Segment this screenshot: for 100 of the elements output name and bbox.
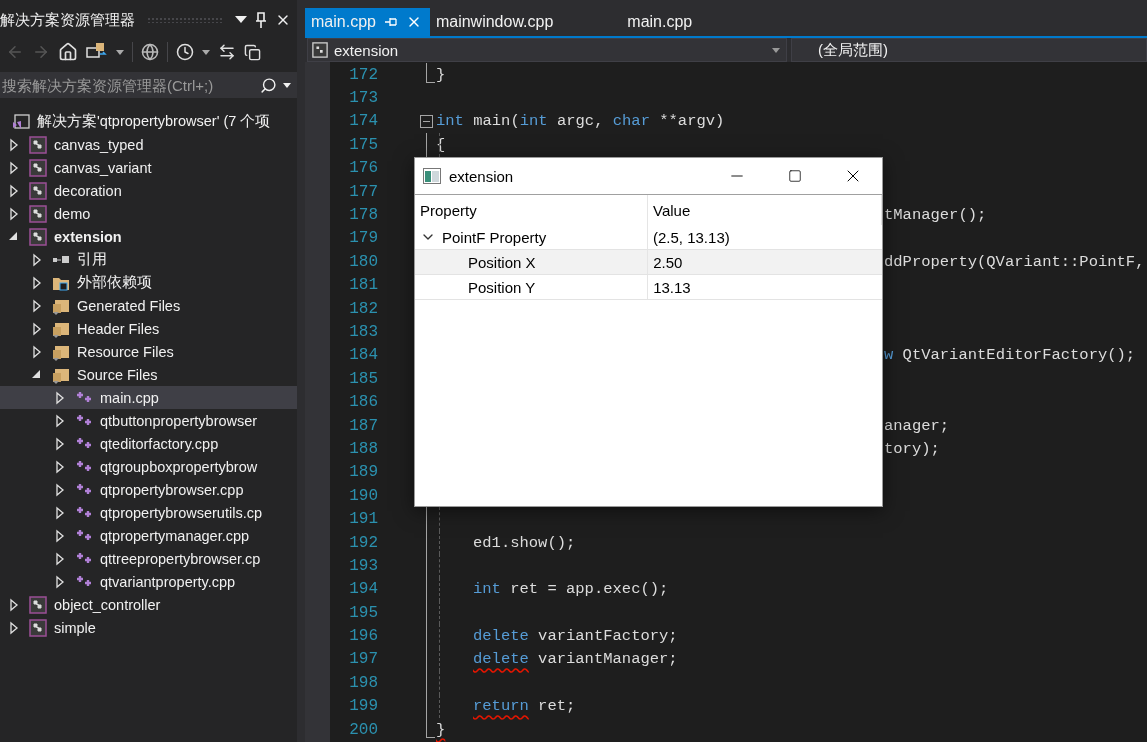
window-title: extension [449, 167, 515, 185]
line-number: 183 [348, 323, 378, 341]
line-number: 172 [348, 65, 378, 84]
line-number: 182 [348, 299, 378, 318]
tree-item[interactable]: Source Files [0, 363, 297, 386]
tree-item[interactable]: qtpropertybrowser.cpp [0, 478, 297, 501]
tree-item[interactable]: 解决方案'qtpropertybrowser' (7 个项 [0, 110, 297, 133]
tree-item-label: 外部依赖项 [77, 273, 152, 292]
home-icon[interactable] [58, 42, 78, 62]
line-number: 192 [348, 533, 378, 552]
code-line: ddProperty(QVariant::PointF, [884, 252, 1145, 271]
search-field[interactable]: 搜索解决方案资源管理器(Ctrl+;) [0, 72, 297, 98]
tree-item[interactable]: canvas_typed [0, 133, 297, 156]
tree-item-label: qtbuttonpropertybrowser [100, 412, 258, 429]
tab-label: mainwindow.cpp [435, 13, 554, 31]
tab-label: main.cpp [311, 13, 376, 31]
tree-item[interactable]: main.cpp [0, 386, 297, 409]
pin-icon[interactable] [255, 12, 267, 28]
tree-item[interactable]: qtbuttonpropertybrowser [0, 409, 297, 432]
solution-icon [12, 112, 30, 131]
scope-dropdown[interactable]: extension [307, 38, 788, 62]
switch-views-icon[interactable] [218, 43, 236, 61]
line-number: 196 [348, 627, 378, 646]
tree-item-label: object_controller [54, 596, 161, 613]
tree-item[interactable]: qttreepropertybrowser.cp [0, 547, 297, 570]
tree-item[interactable]: qtgroupboxpropertybrow [0, 455, 297, 478]
property-value: (2.5, 13.13) [653, 228, 730, 246]
property-row[interactable]: Position X 2.50 [415, 250, 882, 275]
tree-item-label: Resource Files [77, 343, 174, 360]
tree-item-label: qteditorfactory.cpp [100, 435, 219, 452]
code-line: } [436, 65, 446, 84]
tree-item-label: qtpropertybrowser.cpp [100, 481, 244, 498]
code-line: anager; [884, 416, 950, 435]
line-number: 197 [348, 650, 378, 669]
tree-item[interactable]: qteditorfactory.cpp [0, 432, 297, 455]
member-dropdown[interactable]: (全局范围) [791, 38, 1147, 62]
line-number: 178 [348, 206, 378, 225]
tree-item[interactable]: Generated Files [0, 294, 297, 317]
tree-item-label: qtpropertymanager.cpp [100, 527, 250, 544]
tree-item[interactable]: Header Files [0, 317, 297, 340]
tree-item[interactable]: 外部依赖项 [0, 271, 297, 294]
property-row[interactable]: PointF Property (2.5, 13.13) [415, 225, 882, 250]
line-number: 190 [348, 486, 378, 505]
tree-item-label: qtvariantproperty.cpp [100, 573, 236, 590]
code-line: } [436, 720, 446, 739]
project-icon [29, 595, 47, 614]
tree-item[interactable]: canvas_variant [0, 156, 297, 179]
tree-item[interactable]: demo [0, 202, 297, 225]
line-number: 186 [348, 393, 378, 412]
tree-item-label: Header Files [77, 320, 160, 337]
editor-tab[interactable]: main.cpp [621, 8, 701, 36]
code-line: int ret = app.exec(); [473, 580, 669, 599]
dropdown-icon[interactable] [116, 49, 124, 55]
line-number: 193 [348, 556, 378, 575]
clock-icon[interactable] [176, 43, 194, 61]
tree-item[interactable]: qtpropertybrowserutils.cp [0, 501, 297, 524]
project-icon [29, 181, 47, 200]
tree-item[interactable]: decoration [0, 179, 297, 202]
tree-item-label: main.cpp [100, 389, 159, 406]
dropdown-icon[interactable] [235, 16, 247, 24]
line-number: 184 [348, 346, 378, 365]
editor-tab[interactable]: mainwindow.cpp [429, 8, 562, 36]
tree-item[interactable]: qtvariantproperty.cpp [0, 570, 297, 593]
dropdown-icon[interactable] [283, 82, 291, 88]
code-line: int main(int argc, char **argv) [436, 112, 725, 131]
search-icon[interactable] [260, 76, 277, 94]
globe-icon[interactable] [141, 43, 159, 61]
line-number: 200 [348, 720, 378, 739]
dropdown-icon[interactable] [202, 49, 210, 55]
collapse-icon[interactable] [420, 114, 434, 129]
app-icon [423, 168, 441, 184]
line-number: 176 [348, 159, 378, 178]
code-line: w QtVariantEditorFactory(); [884, 346, 1136, 365]
property-row[interactable]: Position Y 13.13 [415, 275, 882, 300]
project-icon [29, 135, 47, 154]
tree-item-label: extension [54, 228, 122, 245]
collapse-all-icon[interactable] [244, 43, 261, 61]
tree-item[interactable]: qtpropertymanager.cpp [0, 524, 297, 547]
tree-item-label: decoration [54, 182, 122, 199]
tree-item[interactable]: simple [0, 616, 297, 639]
line-number: 195 [348, 603, 378, 622]
tree-item[interactable]: object_controller [0, 593, 297, 616]
project-icon [29, 618, 47, 637]
tree-item[interactable]: Resource Files [0, 340, 297, 363]
property-name: PointF Property [442, 228, 547, 246]
line-number: 174 [348, 112, 378, 131]
tree-item-label: Generated Files [77, 297, 181, 314]
line-number: 199 [348, 697, 378, 716]
property-name: Position Y [468, 278, 536, 296]
tree-item[interactable]: 引用 [0, 248, 297, 271]
property-value: 13.13 [653, 278, 691, 296]
line-number: 187 [348, 416, 378, 435]
code-line: return ret; [473, 697, 576, 716]
tree-item-label: canvas_typed [54, 136, 144, 153]
tree-item-label: simple [54, 619, 96, 636]
tree-item[interactable]: extension [0, 225, 297, 248]
line-number: 173 [348, 89, 378, 108]
maximize-icon[interactable] [788, 169, 802, 183]
code-line: tory); [884, 439, 940, 458]
line-number: 191 [348, 510, 378, 529]
